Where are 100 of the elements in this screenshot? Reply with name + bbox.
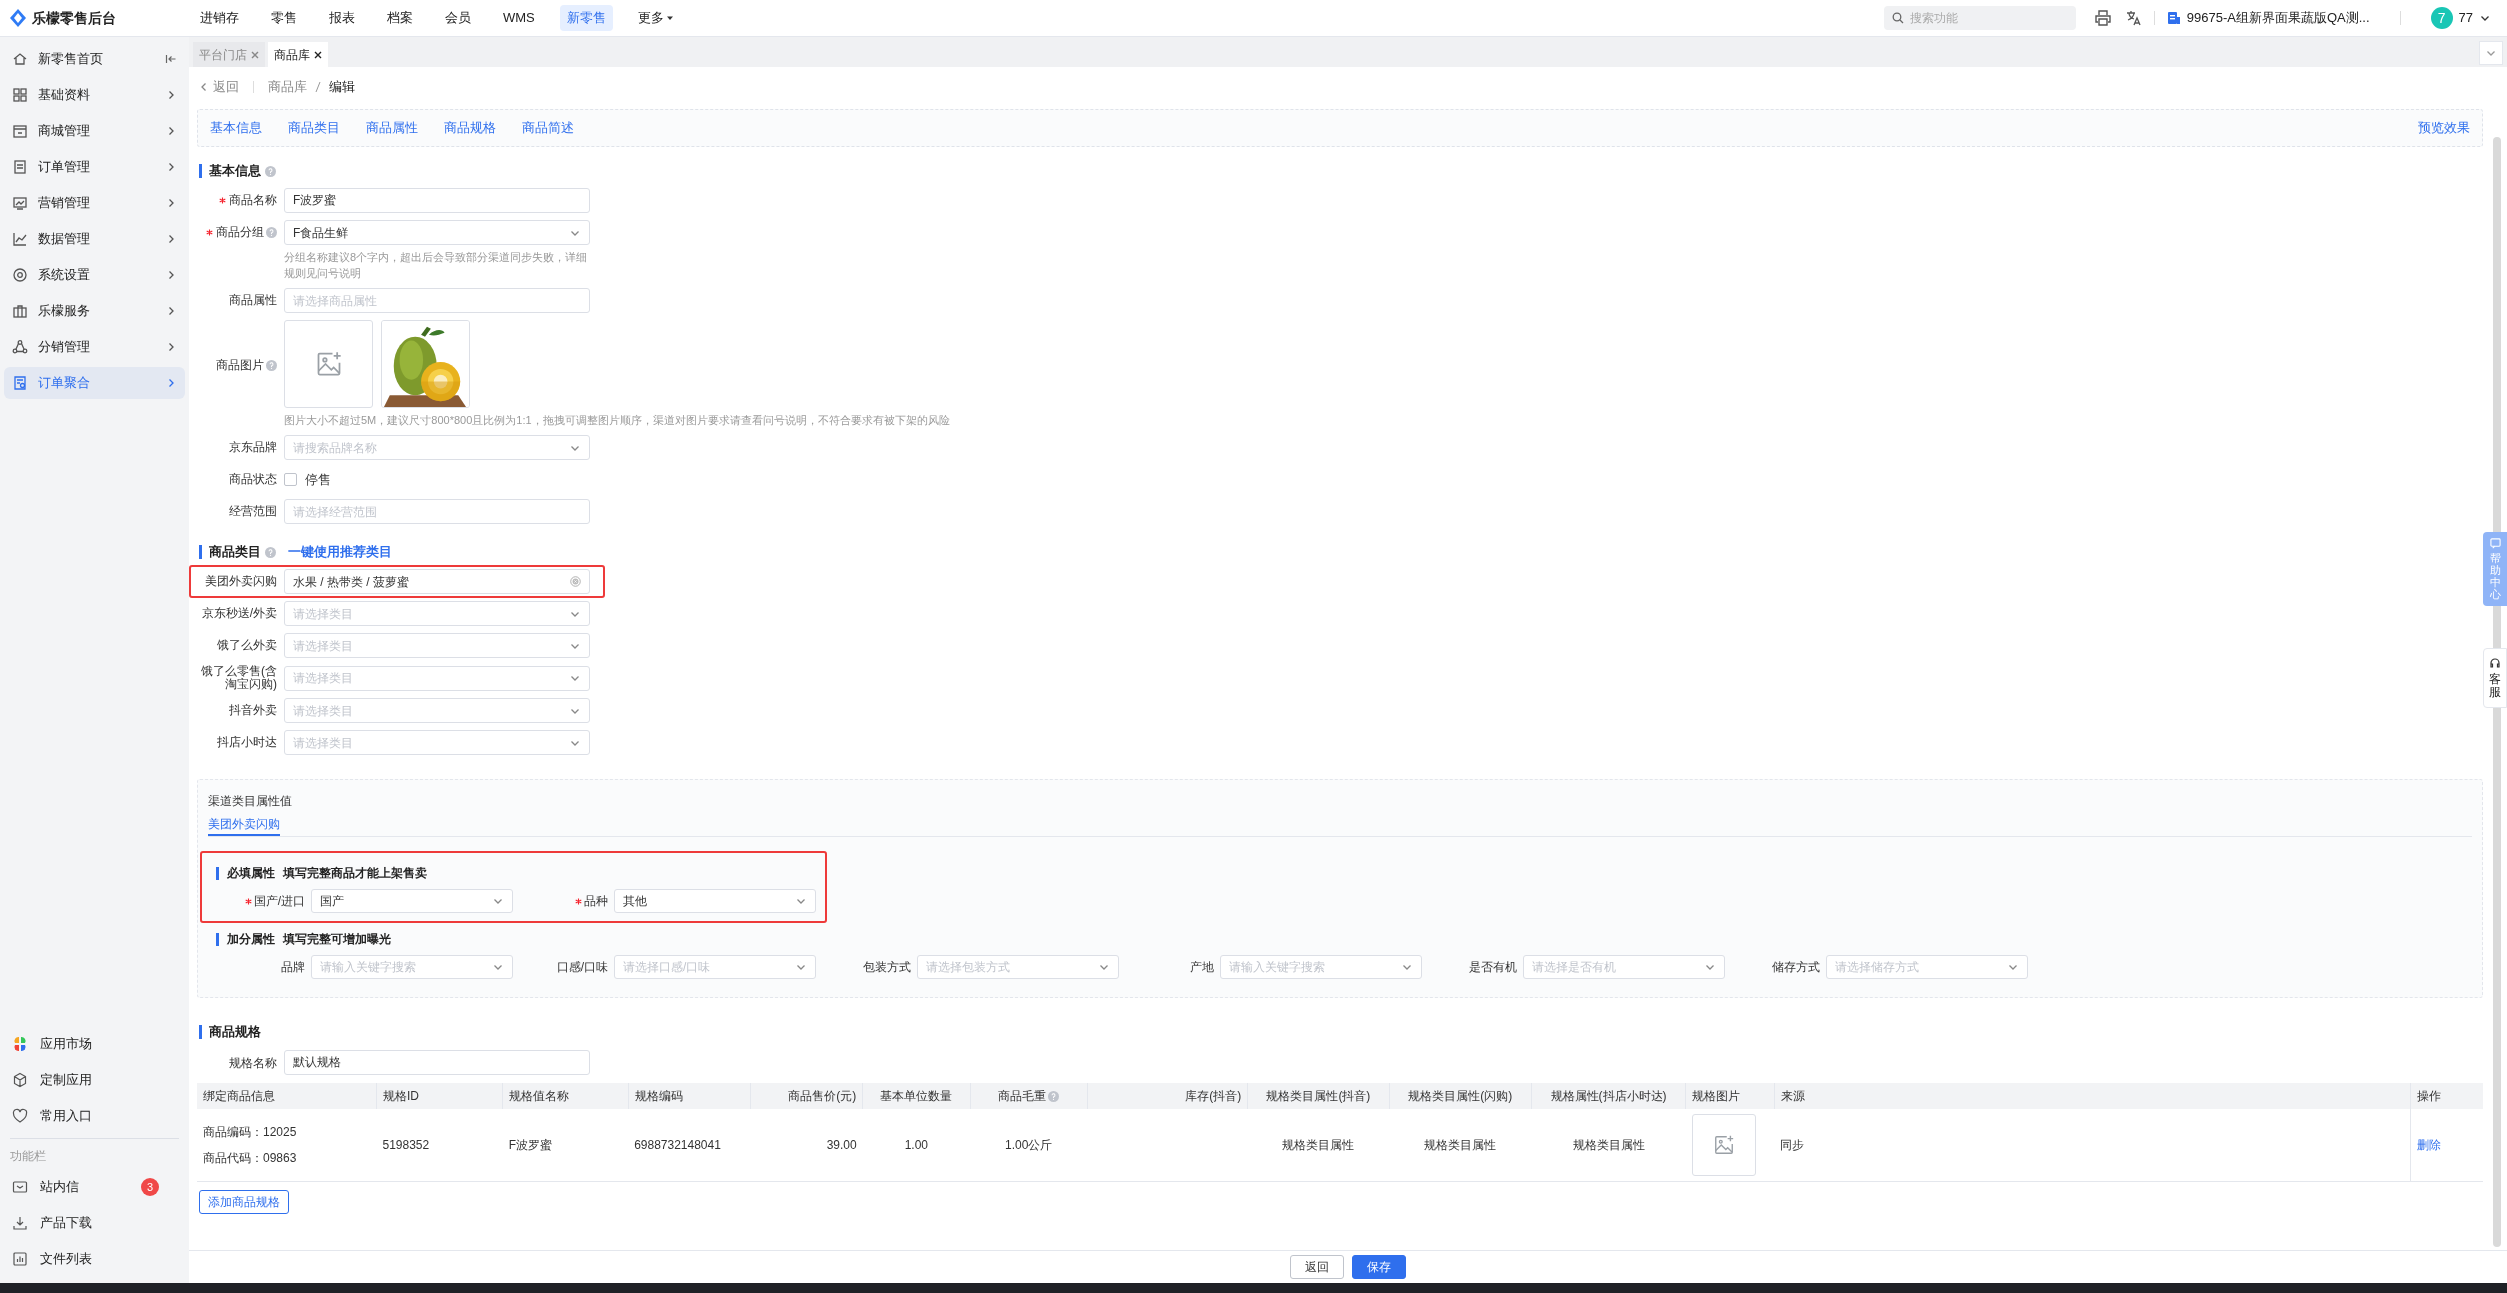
- nav-tab[interactable]: WMS: [496, 5, 542, 31]
- field-label: 商品分组: [216, 226, 264, 239]
- section-heading: 基本信息: [209, 162, 261, 181]
- group-subtitle: 填写完整商品才能上架售卖: [283, 865, 427, 882]
- table-cell: 规格类目属性: [1424, 1137, 1497, 1152]
- grid-icon: [12, 87, 28, 103]
- sidebar-item[interactable]: 产品下载: [4, 1207, 185, 1239]
- column-header: 规格值名称: [502, 1083, 629, 1109]
- collapse-icon[interactable]: [165, 53, 177, 65]
- nav-tab[interactable]: 零售: [264, 5, 304, 31]
- channel-tab[interactable]: 美团外卖闪购: [208, 814, 280, 836]
- back-link[interactable]: 返回: [199, 77, 239, 97]
- select-field[interactable]: F食品生鲜: [284, 220, 590, 245]
- section-heading: 商品类目: [209, 543, 261, 562]
- home-icon: [12, 51, 28, 67]
- store-icon: [12, 123, 28, 139]
- sidebar-item[interactable]: 订单管理: [4, 151, 185, 183]
- select-field[interactable]: 其他: [614, 889, 816, 913]
- nav-tab[interactable]: 档案: [380, 5, 420, 31]
- table-cell: 规格类目属性: [1572, 1137, 1645, 1152]
- pinwheel-icon: [12, 1036, 28, 1052]
- chevron-left-icon: [199, 82, 209, 92]
- delete-link[interactable]: 删除: [2417, 1137, 2442, 1152]
- column-header: 规格属性(抖店小时达): [1531, 1083, 1686, 1109]
- select-field[interactable]: 国产: [311, 889, 513, 913]
- input-field[interactable]: 请选择商品属性: [284, 288, 590, 313]
- image-add-icon: [1712, 1133, 1735, 1156]
- anchor-link[interactable]: 基本信息: [210, 118, 262, 138]
- tabs-menu-button[interactable]: [2479, 41, 2503, 65]
- sidebar-item[interactable]: 常用入口: [4, 1100, 185, 1132]
- sidebar-item[interactable]: 订单聚合: [4, 367, 185, 399]
- field-label: 饿了么零售(含淘宝闪购): [200, 665, 277, 691]
- recommend-link[interactable]: 一键使用推荐类目: [288, 542, 392, 562]
- anchor-link[interactable]: 商品简述: [522, 118, 574, 138]
- column-header: 规格图片: [1685, 1083, 1775, 1109]
- field-label: 京东秒送/外卖: [201, 607, 277, 620]
- briefcase-icon: [12, 303, 28, 319]
- save-button[interactable]: 保存: [1352, 1255, 1406, 1279]
- search-icon: [1891, 12, 1904, 24]
- translate-icon[interactable]: [2125, 10, 2142, 26]
- sidebar-item[interactable]: 乐檬服务: [4, 295, 185, 327]
- column-header: 规格ID: [376, 1083, 503, 1109]
- sidebar-item[interactable]: 商城管理: [4, 115, 185, 147]
- back-button[interactable]: 返回: [1290, 1255, 1344, 1279]
- column-header: 来源: [1774, 1083, 1826, 1109]
- page-tab[interactable]: 商品库: [268, 42, 328, 67]
- preview-link[interactable]: 预览效果: [2418, 118, 2470, 138]
- nav-tab[interactable]: 新零售: [559, 5, 613, 31]
- checkbox-label[interactable]: 停售: [305, 469, 331, 490]
- download-icon: [12, 1215, 28, 1231]
- table-cell: 39.00: [826, 1137, 857, 1152]
- sidebar-item[interactable]: 基础资料: [4, 79, 185, 111]
- nav-tab[interactable]: 报表: [322, 5, 362, 31]
- table-cell: 1.00: [904, 1137, 929, 1152]
- column-header: 基本单位数量: [862, 1083, 970, 1109]
- sidebar-item[interactable]: 新零售首页: [4, 43, 185, 75]
- input-field[interactable]: 默认规格: [284, 1050, 590, 1075]
- sidebar-item[interactable]: 营销管理: [4, 187, 185, 219]
- nav-tab[interactable]: 更多: [630, 5, 681, 31]
- checkbox[interactable]: [284, 473, 297, 486]
- table-cell: 规格类目属性: [1282, 1137, 1355, 1152]
- image-upload-button[interactable]: [284, 320, 373, 408]
- anchor-link[interactable]: 商品规格: [444, 118, 496, 138]
- column-header: 规格类目属性(抖音): [1247, 1083, 1390, 1109]
- settings-icon: [12, 267, 28, 283]
- sidebar-item[interactable]: 分销管理: [4, 331, 185, 363]
- table-cell: F波罗蜜: [508, 1137, 553, 1152]
- table-cell: 同步: [1780, 1137, 1805, 1152]
- anchor-link[interactable]: 商品属性: [366, 118, 418, 138]
- input-field[interactable]: 请选择经营范围: [284, 499, 590, 524]
- add-spec-button[interactable]: 添加商品规格: [199, 1189, 289, 1214]
- table-cell: 6988732148041: [634, 1137, 721, 1152]
- panel-title: 渠道类目属性值: [208, 793, 293, 810]
- sidebar-item[interactable]: 站内信 3: [4, 1171, 185, 1203]
- sidebar-item[interactable]: 定制应用: [4, 1064, 185, 1096]
- close-icon[interactable]: [314, 50, 322, 59]
- anchor-link[interactable]: 商品类目: [288, 118, 340, 138]
- sidebar-item[interactable]: 系统设置: [4, 259, 185, 291]
- select-field[interactable]: 水果 / 热带类 / 菠萝蜜: [284, 569, 590, 594]
- search-field[interactable]: 搜索功能: [1883, 6, 2076, 30]
- document-icon: [12, 375, 28, 391]
- customer-service-tab[interactable]: 客服: [2483, 648, 2507, 709]
- group-title: 必填属性: [227, 865, 275, 882]
- printer-icon[interactable]: [2093, 9, 2112, 27]
- clear-icon[interactable]: [570, 576, 581, 587]
- sidebar-item[interactable]: 应用市场: [4, 1028, 185, 1060]
- column-header: 绑定商品信息: [197, 1083, 377, 1109]
- field-label: 饿了么外卖: [217, 639, 277, 652]
- sidebar-item[interactable]: 文件列表: [4, 1243, 185, 1275]
- user-name[interactable]: 77: [2458, 8, 2473, 28]
- nav-tab[interactable]: 会员: [438, 5, 478, 31]
- sidebar-item[interactable]: 数据管理: [4, 223, 185, 255]
- field-label: 抖店小时达: [217, 736, 277, 749]
- store-name[interactable]: 99675-A组新界面果蔬版QA测...: [2186, 8, 2370, 28]
- field-label: 产地: [1190, 959, 1214, 976]
- nav-tab[interactable]: 进销存: [193, 5, 246, 31]
- group-subtitle: 填写完整可增加曝光: [283, 931, 391, 948]
- image-upload-button[interactable]: [1691, 1113, 1756, 1176]
- input-field[interactable]: F波罗蜜: [284, 188, 590, 213]
- breadcrumb-item[interactable]: 商品库: [268, 77, 307, 97]
